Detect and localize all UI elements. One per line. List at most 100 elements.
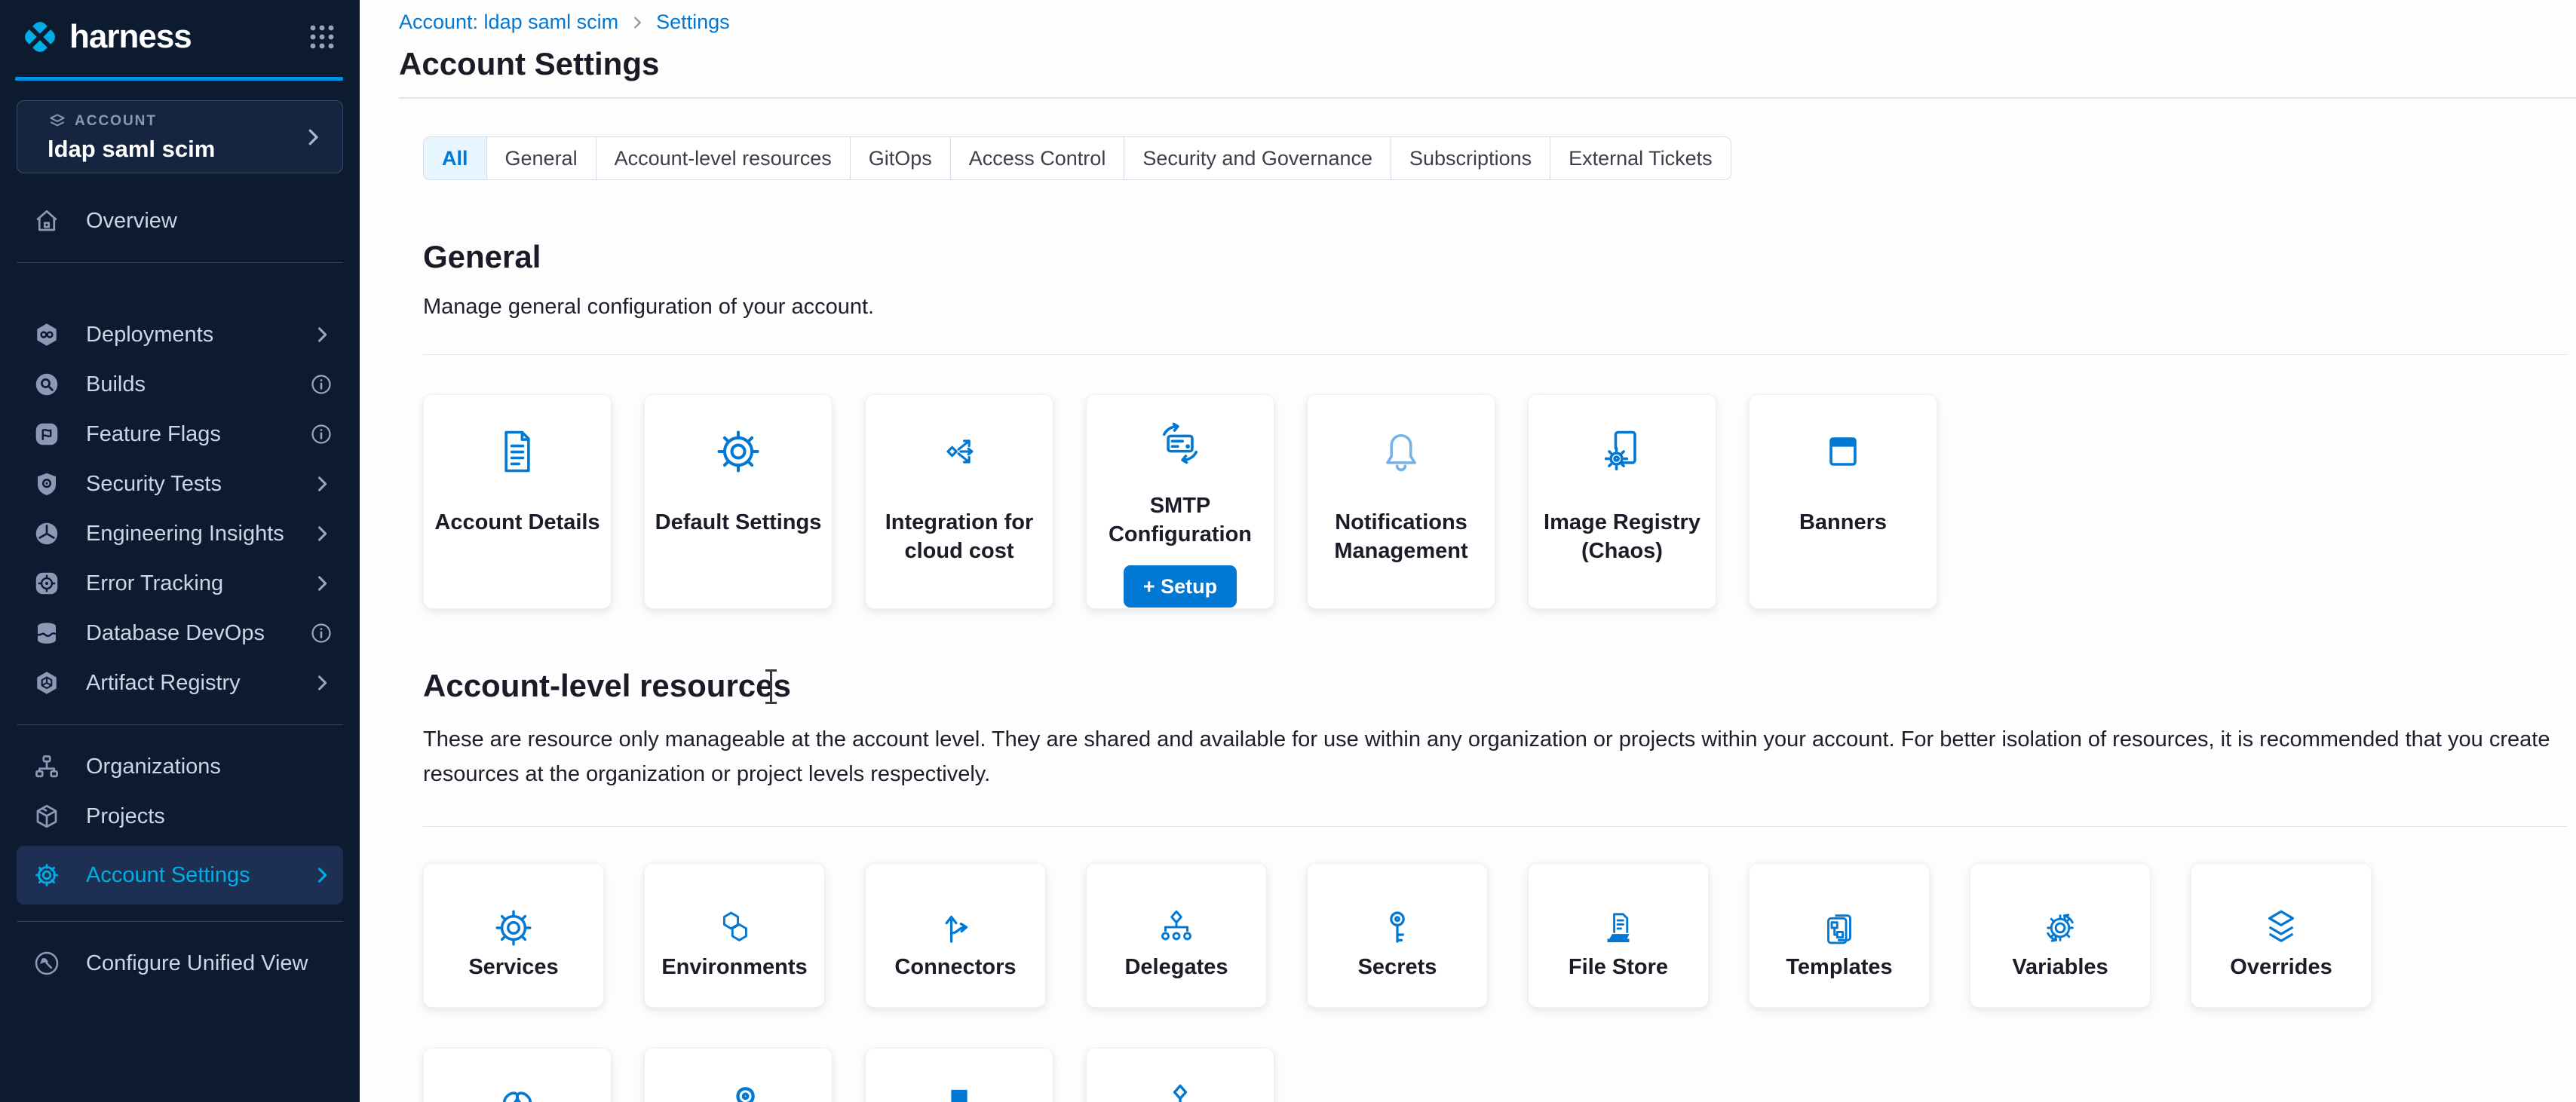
card-integration-for-cloud-cost[interactable]: Integration for cloud cost xyxy=(865,394,1053,609)
card-overflow-3[interactable] xyxy=(865,1048,1053,1102)
sidebar-item-feature-flags[interactable]: Feature Flags xyxy=(0,409,360,459)
card-overrides[interactable]: Overrides xyxy=(2191,863,2372,1008)
settings-tabbar: All General Account-level resources GitO… xyxy=(423,136,1731,180)
card-services[interactable]: Services xyxy=(423,863,604,1008)
general-cards-row: Account Details Default Settings Integra… xyxy=(423,394,2567,609)
hexagons-icon xyxy=(713,864,756,953)
card-environments[interactable]: Environments xyxy=(644,863,825,1008)
sidebar-header: harness xyxy=(0,0,360,59)
smtp-setup-button[interactable]: + Setup xyxy=(1124,565,1237,608)
account-scope-label: ACCOUNT xyxy=(75,113,157,130)
home-icon xyxy=(33,207,60,234)
sidebar-item-overview[interactable]: Overview xyxy=(0,196,360,246)
info-icon[interactable] xyxy=(310,373,333,396)
tab-security-and-governance[interactable]: Security and Governance xyxy=(1124,137,1391,179)
card-overflow-2[interactable]: Feature xyxy=(644,1048,833,1102)
sidebar-item-account-settings[interactable]: Account Settings xyxy=(17,846,343,905)
breadcrumb: Account: ldap saml scim Settings xyxy=(399,11,2576,34)
sidebar-item-security-tests[interactable]: Security Tests xyxy=(0,459,360,509)
organizations-icon xyxy=(33,753,60,780)
card-secrets[interactable]: Secrets xyxy=(1307,863,1488,1008)
fork-arrows-icon xyxy=(934,864,977,953)
card-image-registry-chaos[interactable]: Image Registry (Chaos) xyxy=(1528,394,1716,609)
info-icon[interactable] xyxy=(310,622,333,644)
projects-icon xyxy=(33,803,60,830)
card-overflow-4[interactable]: DDOP xyxy=(1086,1048,1274,1102)
section-description-general: Manage general configuration of your acc… xyxy=(423,295,2567,320)
harness-logo-text: harness xyxy=(69,18,192,56)
document-icon xyxy=(492,395,543,508)
card-banners[interactable]: Banners xyxy=(1749,394,1937,609)
section-divider xyxy=(423,354,2567,355)
card-notifications-management[interactable]: Notifications Management xyxy=(1307,394,1495,609)
security-tests-icon xyxy=(33,470,60,497)
card-account-details[interactable]: Account Details xyxy=(423,394,612,609)
chevron-right-icon xyxy=(311,324,333,345)
breadcrumb-account-link[interactable]: Account: ldap saml scim xyxy=(399,11,618,34)
card-smtp-configuration[interactable]: SMTP Configuration + Setup xyxy=(1086,394,1274,609)
main-content: Account: ldap saml scim Settings Account… xyxy=(360,0,2576,1102)
harness-logo[interactable]: harness xyxy=(18,15,192,59)
sidebar-item-deployments[interactable]: Deployments xyxy=(0,310,360,360)
wrench-circle-icon xyxy=(33,950,60,977)
account-switcher[interactable]: ACCOUNT ldap saml scim xyxy=(17,100,343,173)
engineering-insights-icon xyxy=(33,520,60,547)
sidebar-item-database-devops[interactable]: Database DevOps xyxy=(0,608,360,658)
chevron-right-icon xyxy=(311,523,333,544)
tab-gitops[interactable]: GitOps xyxy=(851,137,951,179)
page-header: Account: ldap saml scim Settings Account… xyxy=(360,0,2576,99)
sidebar-item-configure-unified-view[interactable]: Configure Unified View xyxy=(0,938,360,988)
tab-general[interactable]: General xyxy=(487,137,596,179)
tab-subscriptions[interactable]: Subscriptions xyxy=(1391,137,1550,179)
card-variables[interactable]: Variables xyxy=(1970,863,2151,1008)
org-chart-icon xyxy=(1155,1048,1206,1102)
section-description-account-level-resources: These are resource only manageable at th… xyxy=(423,722,2567,791)
harness-account-settings-page: harness ACCOUNT ldap saml scim xyxy=(0,0,2576,1102)
layers-icon xyxy=(2259,864,2303,953)
card-connectors[interactable]: Connectors xyxy=(865,863,1046,1008)
chevron-right-icon xyxy=(629,14,646,31)
feature-flags-icon xyxy=(33,421,60,448)
section-divider xyxy=(423,826,2567,827)
banner-window-icon xyxy=(1817,395,1869,508)
sidebar-item-engineering-insights[interactable]: Engineering Insights xyxy=(0,509,360,559)
section-heading-account-level-resources: Account-level resources xyxy=(423,668,2567,704)
stacked-squares-icon xyxy=(934,1048,985,1102)
harness-logo-icon xyxy=(18,15,62,59)
sidebar-item-organizations[interactable]: Organizations xyxy=(0,742,360,791)
tab-external-tickets[interactable]: External Tickets xyxy=(1550,137,1731,179)
card-file-store[interactable]: File Store xyxy=(1528,863,1709,1008)
text-cursor-pointer xyxy=(764,669,777,704)
sidebar-item-builds[interactable]: Builds xyxy=(0,360,360,409)
gear-icon xyxy=(33,862,60,889)
deployments-icon xyxy=(33,321,60,348)
database-devops-icon xyxy=(33,620,60,647)
file-store-icon xyxy=(1596,864,1640,953)
card-default-settings[interactable]: Default Settings xyxy=(644,394,833,609)
error-tracking-icon xyxy=(33,570,60,597)
tab-access-control[interactable]: Access Control xyxy=(951,137,1125,179)
breadcrumb-settings-link[interactable]: Settings xyxy=(656,11,730,34)
tab-account-level-resources[interactable]: Account-level resources xyxy=(596,137,851,179)
cloud-cost-branch-icon xyxy=(937,395,982,508)
app-grid-icon[interactable] xyxy=(305,20,339,54)
artifact-registry-icon xyxy=(33,669,60,696)
gear-icon xyxy=(713,395,764,508)
card-templates[interactable]: Templates xyxy=(1749,863,1930,1008)
tab-all[interactable]: All xyxy=(424,137,487,179)
card-delegates[interactable]: Delegates xyxy=(1086,863,1267,1008)
sidebar-item-error-tracking[interactable]: Error Tracking xyxy=(0,559,360,608)
info-icon[interactable] xyxy=(310,423,333,445)
sidebar-nav: Overview Deployments Builds Feature Flag… xyxy=(0,196,360,988)
sidebar-divider xyxy=(17,921,343,922)
sidebar-item-artifact-registry[interactable]: Artifact Registry xyxy=(0,658,360,708)
settings-content: All General Account-level resources GitO… xyxy=(360,99,2576,1102)
account-name: ldap saml scim xyxy=(48,136,215,163)
chevron-right-icon xyxy=(302,126,324,148)
account-layers-icon xyxy=(48,112,67,131)
sidebar-divider xyxy=(17,262,343,263)
card-overflow-1[interactable] xyxy=(423,1048,612,1102)
sidebar-item-projects[interactable]: Projects xyxy=(0,791,360,841)
smtp-server-sync-icon xyxy=(1155,395,1206,491)
image-registry-icon xyxy=(1596,395,1648,508)
